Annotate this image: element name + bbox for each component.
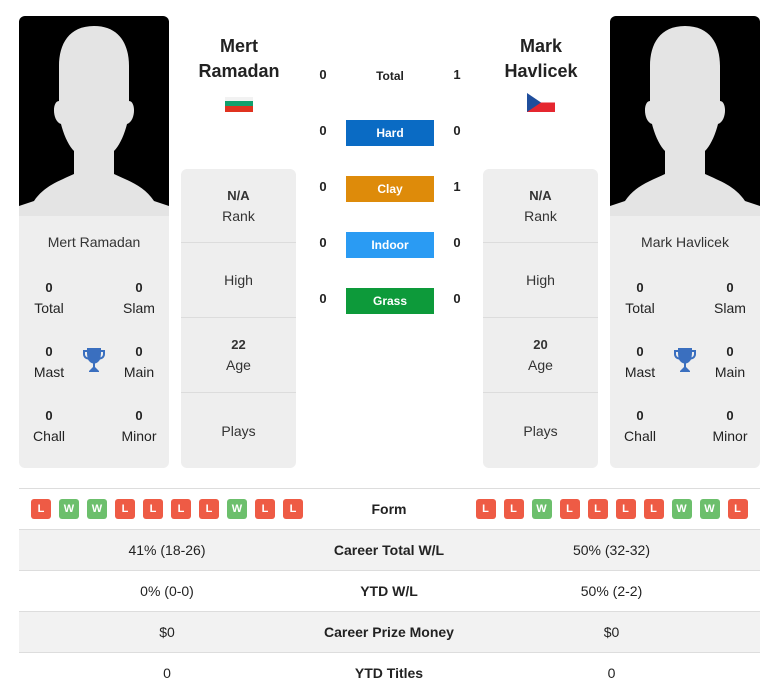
player1-ytd-wl: 0% (0-0) — [140, 583, 194, 599]
h2h-total-label: Total — [376, 69, 404, 83]
form-row: LWWLLLLWLL Form LLWLLLLWWL — [19, 489, 760, 530]
bulgaria-flag-icon — [225, 97, 253, 112]
h2h-grass-left: 0 — [319, 291, 327, 306]
form-loss-badge[interactable]: L — [255, 499, 275, 519]
surface-hard-button[interactable]: Hard — [346, 120, 434, 146]
form-win-badge[interactable]: W — [87, 499, 107, 519]
player2-high: High — [483, 243, 598, 318]
player2-form: LLWLLLLWWL — [475, 499, 748, 519]
silhouette-icon — [610, 26, 760, 216]
player1-chall-titles: 0 Chall — [33, 408, 65, 444]
player2-age: 20 Age — [483, 318, 598, 393]
surface-clay-button[interactable]: Clay — [346, 176, 434, 202]
player2-mast-titles: 0 Mast — [624, 344, 656, 380]
form-loss-badge[interactable]: L — [587, 499, 608, 519]
h2h-total-right: 1 — [453, 67, 461, 82]
table-row: 0% (0-0) YTD W/L 50% (2-2) — [19, 571, 760, 612]
player1-rank: N/A Rank — [181, 169, 296, 243]
player2-main-titles: 0 Main — [714, 344, 746, 380]
surface-indoor-button[interactable]: Indoor — [346, 232, 434, 258]
player2-rank: N/A Rank — [483, 169, 598, 243]
player1-mast-titles: 0 Mast — [33, 344, 65, 380]
player2-prize-money: $0 — [603, 624, 620, 640]
form-loss-badge[interactable]: L — [143, 499, 163, 519]
player1-slam-titles: 0 Slam — [123, 280, 155, 316]
stats-table: LWWLLLLWLL Form LLWLLLLWWL 41% (18-26) C… — [19, 488, 760, 694]
h2h-total-left: 0 — [319, 67, 327, 82]
player1-career-wl: 41% (18-26) — [128, 542, 206, 558]
player2-ytd-titles: 0 — [607, 665, 616, 681]
form-win-badge[interactable]: W — [531, 499, 552, 519]
player2-total-titles: 0 Total — [625, 280, 655, 316]
h2h-clay-right: 1 — [453, 179, 461, 194]
czech-flag-icon — [527, 93, 555, 112]
player1-plays: Plays — [221, 422, 256, 439]
row-label: Career Total W/L — [333, 542, 445, 558]
player2-card-name: Mark Havlicek — [641, 234, 729, 250]
row-label: Career Prize Money — [324, 624, 454, 640]
h2h-hard-right: 0 — [453, 123, 461, 138]
player1-card-name: Mert Ramadan — [47, 234, 141, 250]
player2-plays: Plays — [523, 422, 558, 439]
player1-form: LWWLLLLWLL — [31, 499, 303, 519]
player1-age: 22 Age — [181, 318, 296, 393]
form-loss-badge[interactable]: L — [643, 499, 664, 519]
form-loss-badge[interactable]: L — [31, 499, 51, 519]
trophy-icon — [83, 348, 105, 372]
player1-card: Mert Ramadan 0 Total 0 Slam 0 Mast 0 Mai… — [19, 16, 169, 468]
form-loss-badge[interactable]: L — [283, 499, 303, 519]
player1-minor-titles: 0 Minor — [121, 408, 157, 444]
player1-total-titles: 0 Total — [34, 280, 64, 316]
table-row: 0 YTD Titles 0 — [19, 653, 760, 694]
table-row: $0 Career Prize Money $0 — [19, 612, 760, 653]
player2-slam-titles: 0 Slam — [714, 280, 746, 316]
player2-ytd-wl: 50% (2-2) — [580, 583, 643, 599]
form-loss-badge[interactable]: L — [115, 499, 135, 519]
player1-prize-money: $0 — [159, 624, 175, 640]
h2h-indoor-right: 0 — [453, 235, 461, 250]
form-loss-badge[interactable]: L — [559, 499, 580, 519]
form-loss-badge[interactable]: L — [475, 499, 496, 519]
player2-photo — [610, 16, 760, 216]
player1-photo — [19, 16, 169, 216]
h2h-clay-left: 0 — [319, 179, 327, 194]
form-loss-badge[interactable]: L — [503, 499, 524, 519]
h2h-hard-left: 0 — [319, 123, 327, 138]
trophy-icon — [674, 348, 696, 372]
h2h-grass-right: 0 — [453, 291, 461, 306]
table-row: 41% (18-26) Career Total W/L 50% (32-32) — [19, 530, 760, 571]
silhouette-icon — [19, 26, 169, 216]
player2-card: Mark Havlicek 0 Total 0 Slam 0 Mast 0 Ma… — [610, 16, 760, 468]
surface-grass-button[interactable]: Grass — [346, 288, 434, 314]
form-win-badge[interactable]: W — [699, 499, 720, 519]
form-win-badge[interactable]: W — [227, 499, 247, 519]
player1-name-link[interactable]: Mert Ramadan — [174, 34, 304, 84]
player2-minor-titles: 0 Minor — [712, 408, 748, 444]
form-label: Form — [371, 501, 407, 517]
row-label: YTD Titles — [354, 665, 424, 681]
player1-high: High — [181, 243, 296, 318]
player2-info: N/A Rank High 20 Age Plays — [483, 169, 598, 468]
form-win-badge[interactable]: W — [671, 499, 692, 519]
player1-ytd-titles: 0 — [163, 665, 171, 681]
player2-chall-titles: 0 Chall — [624, 408, 656, 444]
form-loss-badge[interactable]: L — [171, 499, 191, 519]
player1-info: N/A Rank High 22 Age Plays — [181, 169, 296, 468]
player1-main-titles: 0 Main — [123, 344, 155, 380]
player2-career-wl: 50% (32-32) — [572, 542, 651, 558]
h2h-indoor-left: 0 — [319, 235, 327, 250]
form-win-badge[interactable]: W — [59, 499, 79, 519]
player2-name-link[interactable]: Mark Havlicek — [476, 34, 606, 84]
row-label: YTD W/L — [360, 583, 418, 599]
form-loss-badge[interactable]: L — [615, 499, 636, 519]
form-loss-badge[interactable]: L — [199, 499, 219, 519]
form-loss-badge[interactable]: L — [727, 499, 748, 519]
